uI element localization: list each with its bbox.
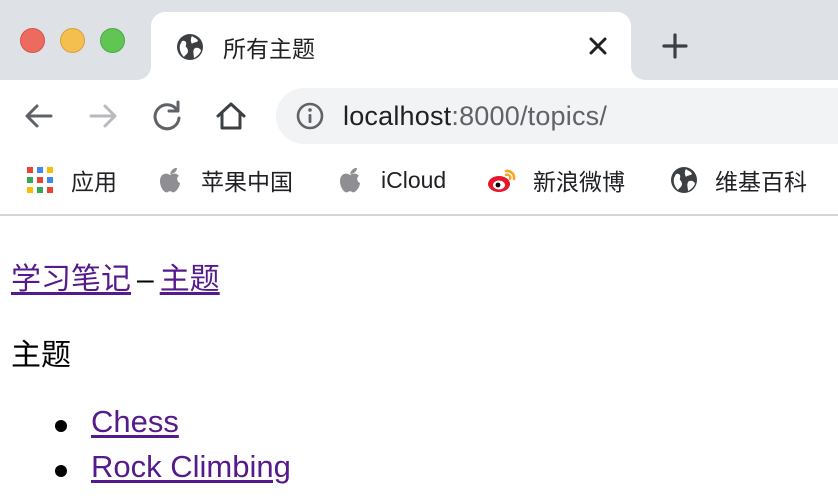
bookmark-wikipedia[interactable]: 维基百科 <box>669 162 807 198</box>
window-minimize-button[interactable] <box>60 28 85 53</box>
globe-icon <box>671 167 697 193</box>
topics-link[interactable]: 主题 <box>160 263 220 296</box>
tab-title: 所有主题 <box>223 36 315 62</box>
close-icon[interactable] <box>584 32 612 60</box>
bookmark-label: 维基百科 <box>715 169 807 195</box>
bookmark-icloud[interactable]: iCloud <box>335 162 446 198</box>
reload-icon[interactable] <box>149 98 185 134</box>
window-maximize-button[interactable] <box>100 28 125 53</box>
home-icon[interactable] <box>213 98 249 134</box>
plus-icon[interactable] <box>659 30 691 62</box>
active-tab[interactable]: 所有主题 <box>151 12 631 80</box>
list-item: Rock Climbing <box>55 449 291 494</box>
page-title: 主题 <box>11 339 71 372</box>
home-link[interactable]: 学习笔记 <box>11 263 131 296</box>
apple-icon <box>340 167 360 193</box>
page-content: 学习笔记 – 主题 主题 Chess Rock Climbing <box>0 218 838 496</box>
bookmark-label: iCloud <box>381 166 447 193</box>
globe-icon <box>177 34 203 60</box>
topic-link-rock-climbing[interactable]: Rock Climbing <box>91 449 291 484</box>
topic-list: Chess Rock Climbing <box>55 404 291 494</box>
bookmark-label: 苹果中国 <box>201 169 293 195</box>
bookmark-label: 新浪微博 <box>533 169 625 195</box>
weibo-icon <box>488 169 516 192</box>
url-path: :8000/topics/ <box>451 101 608 131</box>
info-icon[interactable] <box>295 101 325 131</box>
bookmark-apps[interactable]: 应用 <box>25 162 117 198</box>
breadcrumb-separator: – <box>137 263 154 296</box>
browser-toolbar: localhost:8000/topics/ <box>0 80 838 152</box>
bookmark-weibo[interactable]: 新浪微博 <box>487 162 625 198</box>
bookmark-label: 应用 <box>71 169 117 195</box>
url-text[interactable]: localhost:8000/topics/ <box>343 101 607 132</box>
tab-strip: 所有主题 <box>0 0 838 80</box>
forward-arrow-icon[interactable] <box>85 98 121 134</box>
topic-link-chess[interactable]: Chess <box>91 404 179 439</box>
url-host: localhost <box>343 101 452 131</box>
breadcrumb: 学习笔记 – 主题 <box>11 254 220 298</box>
bookmark-apple-china[interactable]: 苹果中国 <box>155 162 293 198</box>
window-close-button[interactable] <box>20 28 45 53</box>
back-arrow-icon[interactable] <box>21 98 57 134</box>
apple-icon <box>160 167 180 193</box>
address-bar[interactable]: localhost:8000/topics/ <box>276 88 838 144</box>
list-item: Chess <box>55 404 291 449</box>
bookmarks-bar: 应用 苹果中国 iCloud 新浪微博 维基百科 <box>0 152 838 216</box>
apps-grid-icon <box>27 167 53 193</box>
